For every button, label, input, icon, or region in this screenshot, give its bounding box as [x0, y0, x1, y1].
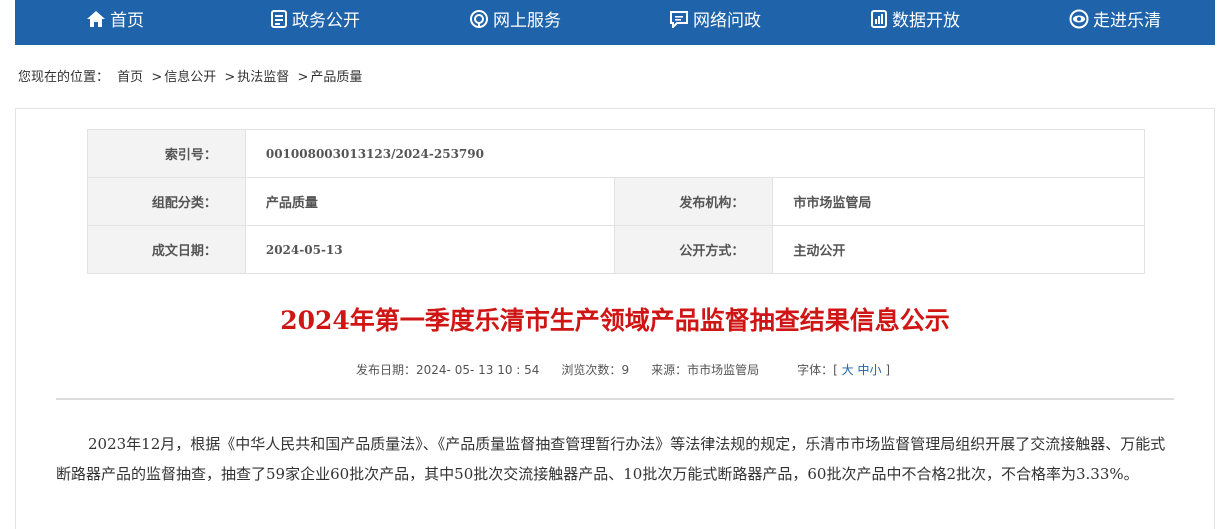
- nav-item-label: 走进乐清: [1093, 11, 1161, 31]
- breadcrumb-separator: >: [151, 70, 163, 85]
- nav-item-label: 网上服务: [493, 11, 561, 31]
- breadcrumb-enforcement[interactable]: 执法监督: [237, 70, 289, 85]
- service-icon: [470, 9, 488, 28]
- publisher-value: 市市场监管局: [772, 177, 1145, 226]
- category-label: 组配分类：: [87, 177, 246, 226]
- index-label: 索引号：: [87, 129, 246, 178]
- source-label: 来源：: [651, 363, 688, 377]
- open-value: 主动公开: [772, 225, 1145, 274]
- font-small-button[interactable]: 小: [870, 363, 882, 377]
- breadcrumb-separator: >: [224, 70, 236, 85]
- breadcrumb-quality[interactable]: 产品质量: [310, 70, 362, 85]
- font-size-bracket: ]: [885, 363, 891, 377]
- top-nav: 首页 政务公开 网上服务 网络问政 数据开放 走进乐清: [15, 0, 1215, 45]
- metadata-row-category: 组配分类： 产品质量 发布机构： 市市场监管局: [87, 177, 1145, 226]
- metadata-table: 索引号： 001008003013123/2024-253790 组配分类： 产…: [87, 129, 1146, 274]
- nav-item-label: 首页: [110, 11, 144, 31]
- font-size-bracket: [: [833, 363, 838, 377]
- nav-item-label: 网络问政: [693, 11, 761, 31]
- views-label: 浏览次数：: [561, 363, 622, 377]
- eye-icon: [1069, 9, 1089, 28]
- publish-date-label: 发布日期：: [356, 363, 417, 377]
- article-title: 2024年第一季度乐清市生产领域产品监督抽查结果信息公示: [280, 306, 950, 335]
- publisher-label: 发布机构：: [614, 177, 774, 226]
- article-info: 发布日期：2024- 05- 13 10 : 54 浏览次数：9 来源：市市场监管局…: [356, 361, 890, 378]
- nav-item-services[interactable]: 网上服务: [415, 0, 615, 41]
- date-value: 2024-05-13: [244, 225, 616, 274]
- chat-icon: [670, 10, 688, 28]
- index-value: 001008003013123/2024-253790: [244, 129, 1146, 178]
- views-value: 9: [621, 363, 630, 377]
- breadcrumb-info[interactable]: 信息公开: [164, 70, 216, 85]
- font-medium-button[interactable]: 中: [857, 363, 869, 377]
- publish-date-value: 2024- 05- 13 10 : 54: [416, 363, 540, 377]
- font-size-label: 字体：: [797, 363, 834, 377]
- open-label: 公开方式：: [614, 225, 774, 274]
- home-icon: [87, 10, 105, 27]
- nav-item-label: 政务公开: [292, 11, 360, 31]
- breadcrumb-home[interactable]: 首页: [117, 70, 143, 85]
- nav-item-government[interactable]: 政务公开: [215, 0, 415, 41]
- font-large-button[interactable]: 大: [842, 363, 854, 377]
- breadcrumb: 您现在的位置： 首页 > 信息公开 > 执法监督 > 产品质量: [18, 66, 362, 85]
- nav-item-home[interactable]: 首页: [15, 0, 215, 41]
- breadcrumb-separator: >: [297, 70, 309, 85]
- divider: [56, 398, 1174, 400]
- nav-item-about[interactable]: 走进乐清: [1015, 0, 1215, 41]
- source-value: 市市场监管局: [687, 363, 760, 377]
- article-paragraph: 2023年12月，根据《中华人民共和国产品质量法》、《产品质量监督抽查管理暂行办…: [56, 435, 1166, 483]
- metadata-row-index: 索引号： 001008003013123/2024-253790: [87, 129, 1146, 178]
- nav-item-label: 数据开放: [892, 11, 960, 31]
- date-label: 成文日期：: [87, 225, 246, 274]
- article-panel: 索引号： 001008003013123/2024-253790 组配分类： 产…: [15, 108, 1215, 529]
- category-value: 产品质量: [244, 177, 616, 226]
- breadcrumb-prefix: 您现在的位置：: [18, 70, 110, 85]
- nav-item-inquiry[interactable]: 网络问政: [615, 0, 815, 41]
- metadata-row-date: 成文日期： 2024-05-13 公开方式： 主动公开: [87, 225, 1145, 274]
- document-icon: [271, 9, 287, 28]
- nav-item-data[interactable]: 数据开放: [815, 0, 1015, 41]
- data-icon: [871, 9, 887, 28]
